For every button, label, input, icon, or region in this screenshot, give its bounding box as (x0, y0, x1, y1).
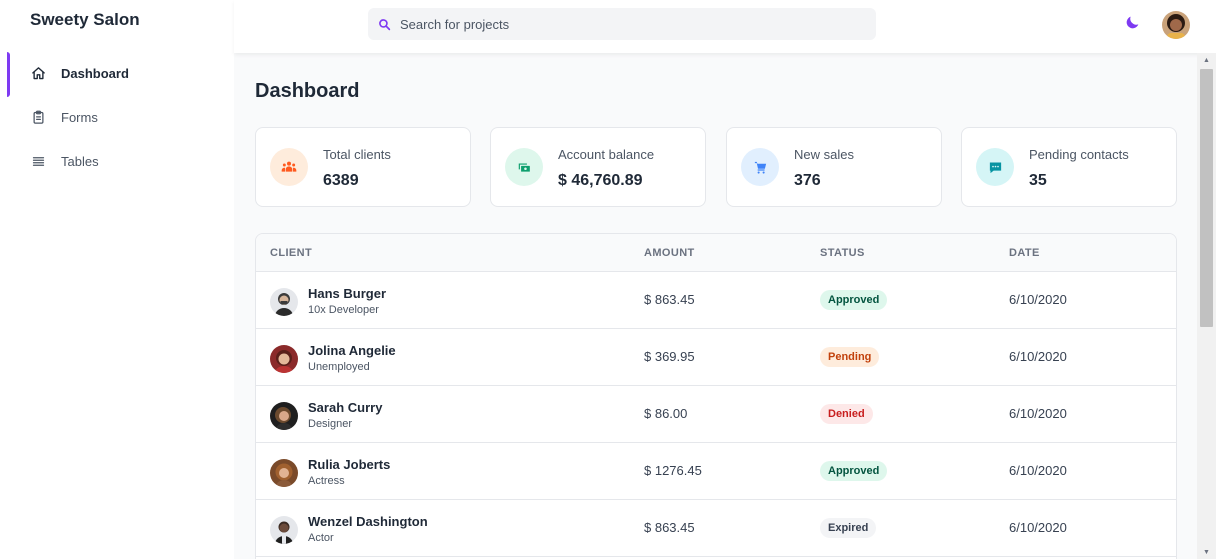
sidebar-item-forms[interactable]: Forms (0, 97, 234, 137)
column-header-status: STATUS (820, 247, 865, 259)
client-avatar (270, 516, 298, 544)
date-cell: 6/10/2020 (1009, 406, 1067, 421)
clipboard-icon (30, 109, 46, 125)
status-badge: Pending (820, 347, 880, 367)
sidebar-item-label: Dashboard (61, 65, 129, 81)
table-row[interactable]: Jolina Angelie Unemployed $ 369.95 Pendi… (256, 329, 1176, 386)
scroll-up-arrow-icon[interactable]: ▲ (1197, 53, 1216, 67)
amount-cell: $ 1276.45 (644, 463, 702, 478)
card-label: New sales (794, 147, 854, 162)
status-badge: Approved (820, 461, 888, 481)
stat-card-pending-contacts: Pending contacts 35 (961, 127, 1177, 207)
people-icon (270, 148, 308, 186)
cash-icon (505, 148, 543, 186)
column-header-client: CLIENT (270, 247, 313, 259)
sidebar-item-dashboard[interactable]: Dashboard (0, 53, 234, 93)
client-name: Sarah Curry (308, 400, 383, 415)
table-header: CLIENT AMOUNT STATUS DATE (256, 234, 1176, 272)
status-badge: Denied (820, 404, 873, 424)
theme-toggle-button[interactable] (1123, 14, 1143, 34)
column-header-amount: AMOUNT (644, 247, 695, 259)
sidebar-item-label: Tables (61, 153, 99, 169)
sidebar: Sweety Salon Dashboard Forms Tables (0, 0, 234, 559)
table-row[interactable]: Rulia Joberts Actress $ 1276.45 Approved… (256, 443, 1176, 500)
home-icon (30, 65, 46, 81)
sidebar-item-label: Forms (61, 109, 98, 125)
client-avatar (270, 459, 298, 487)
status-badge: Approved (820, 290, 888, 310)
card-label: Pending contacts (1029, 147, 1129, 162)
card-value: 35 (1029, 172, 1047, 189)
table-row[interactable]: Hans Burger 10x Developer $ 863.45 Appro… (256, 272, 1176, 329)
scrollbar-thumb[interactable] (1200, 69, 1213, 327)
date-cell: 6/10/2020 (1009, 349, 1067, 364)
amount-cell: $ 863.45 (644, 292, 695, 307)
main-content: Dashboard Total clients 6389 Account bal… (234, 53, 1197, 559)
page-title: Dashboard (255, 80, 360, 102)
avatar-photo (1162, 11, 1190, 39)
card-value: 376 (794, 172, 821, 189)
client-role: Actor (308, 532, 334, 544)
profile-avatar-button[interactable] (1162, 11, 1190, 39)
client-role: 10x Developer (308, 304, 379, 316)
chat-icon (976, 148, 1014, 186)
card-label: Total clients (323, 147, 391, 162)
client-avatar (270, 288, 298, 316)
card-value: $ 46,760.89 (558, 172, 643, 189)
amount-cell: $ 86.00 (644, 406, 688, 421)
client-name: Jolina Angelie (308, 343, 396, 358)
clients-table: CLIENT AMOUNT STATUS DATE Hans Burger 10… (255, 233, 1177, 559)
sidebar-item-tables[interactable]: Tables (0, 141, 234, 181)
search-icon (378, 17, 392, 31)
card-value: 6389 (323, 172, 359, 189)
client-name: Hans Burger (308, 286, 387, 301)
stat-card-account-balance: Account balance $ 46,760.89 (490, 127, 706, 207)
scroll-down-arrow-icon[interactable]: ▼ (1197, 545, 1216, 559)
stat-card-new-sales: New sales 376 (726, 127, 942, 207)
client-avatar (270, 402, 298, 430)
date-cell: 6/10/2020 (1009, 292, 1067, 307)
client-role: Actress (308, 475, 345, 487)
date-cell: 6/10/2020 (1009, 463, 1067, 478)
stat-card-total-clients: Total clients 6389 (255, 127, 471, 207)
client-avatar (270, 345, 298, 373)
search-box[interactable] (368, 8, 876, 40)
client-name: Rulia Joberts (308, 457, 391, 472)
search-input[interactable] (400, 16, 860, 32)
column-header-date: DATE (1009, 247, 1040, 259)
client-role: Unemployed (308, 361, 370, 373)
date-cell: 6/10/2020 (1009, 520, 1067, 535)
brand-name[interactable]: Sweety Salon (30, 10, 140, 30)
vertical-scrollbar[interactable]: ▲ ▼ (1197, 53, 1216, 559)
menu-lines-icon (30, 153, 46, 169)
client-role: Designer (308, 418, 353, 430)
client-name: Wenzel Dashington (308, 514, 428, 529)
top-header (234, 0, 1216, 53)
status-badge: Expired (820, 518, 877, 538)
moon-icon (1125, 14, 1141, 35)
amount-cell: $ 863.45 (644, 520, 695, 535)
table-row[interactable]: Wenzel Dashington Actor $ 863.45 Expired… (256, 500, 1176, 557)
cart-icon (741, 148, 779, 186)
amount-cell: $ 369.95 (644, 349, 695, 364)
card-label: Account balance (558, 147, 655, 162)
table-row[interactable]: Sarah Curry Designer $ 86.00 Denied 6/10… (256, 386, 1176, 443)
